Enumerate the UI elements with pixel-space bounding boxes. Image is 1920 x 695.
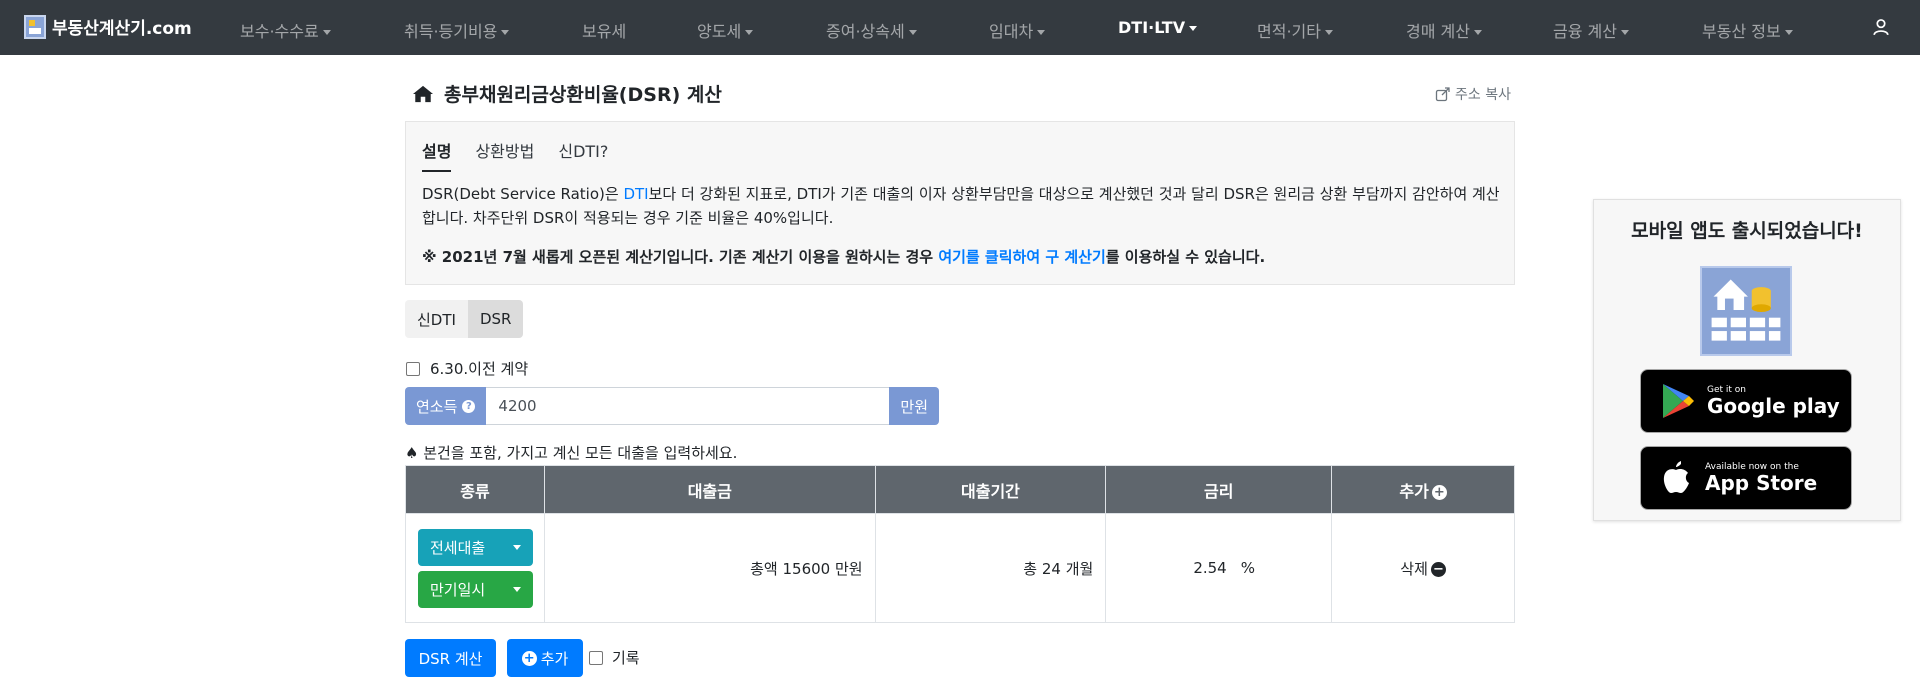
tab-new-dti[interactable]: 신DTI? [558, 138, 608, 172]
top-navbar: 부동산계산기.com 보수·수수료 취득·등기비용 보유세 양도세 증여·상속세… [0, 0, 1920, 55]
caret-down-icon [1784, 30, 1793, 35]
loan-period-cell[interactable]: 총 24 개월 [874, 513, 1107, 623]
caret-down-icon [908, 30, 917, 35]
apple-icon [1663, 461, 1689, 493]
plus-circle-icon: + [521, 650, 537, 666]
description-panel: 설명 상환방법 신DTI? DSR(Debt Service Ratio)은 D… [405, 121, 1515, 285]
pre-630-contract-label: 6.30.이전 계약 [430, 360, 529, 378]
repayment-type-dropdown[interactable]: 만기일시 [418, 570, 533, 608]
share-icon [1435, 87, 1450, 102]
brand-logo-icon [24, 14, 46, 39]
column-header-type: 종류 [405, 465, 545, 514]
page-title-text: 총부채원리금상환비율(DSR) 계산 [444, 84, 722, 106]
caret-down-icon [1473, 30, 1482, 35]
table-row: 전세대출 만기일시 총액 15600 만원 총 24 개월 2.54% 삭제 − [405, 513, 1515, 623]
pre-630-contract-option: 6.30.이전 계약 [406, 358, 528, 379]
record-checkbox[interactable] [589, 650, 603, 665]
caret-down-icon [1324, 30, 1333, 35]
add-loan-header-button[interactable]: 추가 + [1331, 465, 1515, 514]
mobile-app-title: 모바일 앱도 출시되었습니다! [1631, 220, 1863, 242]
page-title: 총부채원리금상환비율(DSR) 계산 [412, 80, 722, 107]
column-header-period: 대출기간 [874, 465, 1107, 514]
mode-sindti-button[interactable]: 신DTI [405, 300, 468, 338]
caret-down-icon [1189, 26, 1198, 31]
calculator-mode-toggle: 신DTI DSR [405, 300, 524, 338]
caret-down-icon [513, 586, 521, 592]
interest-rate-value: 2.54 [1193, 559, 1227, 577]
loan-amount-cell[interactable]: 총액 15600 만원 [543, 513, 876, 623]
income-input-group: 연소득 ? 만원 [405, 387, 940, 425]
nav-item-finance[interactable]: 금융 계산 [1553, 18, 1629, 42]
google-play-icon [1663, 384, 1694, 418]
table-header-row: 종류 대출금 대출기간 금리 추가 + [405, 465, 1515, 514]
mode-dsr-button[interactable]: DSR [467, 300, 524, 338]
mobile-app-panel: 모바일 앱도 출시되었습니다! Get it on Google play Av… [1593, 199, 1901, 521]
app-store-button[interactable]: Available now on the App Store [1640, 446, 1852, 510]
user-icon[interactable] [1872, 18, 1890, 36]
caret-down-icon [322, 30, 331, 35]
caret-down-icon [1037, 30, 1046, 35]
nav-item-gift-tax[interactable]: 증여·상속세 [826, 18, 917, 42]
nav-item-lease[interactable]: 임대차 [989, 18, 1046, 42]
caret-down-icon [1620, 30, 1629, 35]
nav-item-real-estate-info[interactable]: 부동산 정보 [1702, 18, 1793, 42]
old-calculator-notice: ※ 2021년 7월 새롭게 오픈된 계산기입니다. 기존 계산기 이용을 원하… [422, 248, 1266, 266]
income-input[interactable] [486, 387, 890, 425]
old-calculator-link[interactable]: 여기를 클릭하여 구 계산기 [938, 248, 1105, 266]
caret-down-icon [513, 544, 521, 550]
google-play-button[interactable]: Get it on Google play [1640, 369, 1852, 433]
caret-down-icon [501, 30, 510, 35]
caret-down-icon [745, 30, 754, 35]
income-label: 연소득 ? [405, 387, 487, 425]
pre-630-contract-checkbox[interactable] [406, 361, 420, 376]
column-header-amount: 대출금 [543, 465, 876, 514]
add-loan-button[interactable]: + 추가 [507, 639, 583, 677]
nav-item-auction[interactable]: 경매 계산 [1406, 18, 1482, 42]
nav-item-acquisition[interactable]: 취득·등기비용 [404, 18, 510, 42]
help-icon[interactable]: ? [462, 399, 476, 413]
loan-instruction: ♠ 본건을 포함, 가지고 계신 모든 대출을 입력하세요. [405, 444, 738, 462]
minus-circle-icon: − [1430, 561, 1446, 577]
dsr-calculate-button[interactable]: DSR 계산 [405, 639, 496, 677]
interest-rate-unit: % [1240, 559, 1255, 577]
brand-name: 부동산계산기.com [52, 19, 192, 39]
app-store-big-text: App Store [1705, 471, 1818, 495]
tab-description[interactable]: 설명 [422, 138, 452, 172]
column-header-rate: 금리 [1105, 465, 1333, 514]
dti-link[interactable]: DTI [623, 185, 648, 203]
nav-item-holding-tax[interactable]: 보유세 [582, 18, 626, 42]
record-option: 기록 [589, 647, 640, 668]
delete-loan-button[interactable]: 삭제 − [1331, 513, 1515, 623]
brand-link[interactable]: 부동산계산기.com [24, 14, 192, 39]
copy-address-link[interactable]: 주소 복사 [1435, 84, 1511, 104]
app-logo-icon [1700, 266, 1792, 356]
nav-item-fees[interactable]: 보수·수수료 [240, 18, 331, 42]
tab-repayment-method[interactable]: 상환방법 [475, 138, 534, 172]
nav-item-area[interactable]: 면적·기타 [1257, 18, 1333, 42]
loan-type-dropdown[interactable]: 전세대출 [418, 528, 533, 566]
income-unit: 만원 [889, 387, 940, 425]
plus-circle-icon: + [1431, 484, 1447, 500]
google-play-big-text: Google play [1707, 394, 1840, 418]
home-icon [413, 85, 433, 102]
nav-item-transfer-tax[interactable]: 양도세 [697, 18, 754, 42]
record-label: 기록 [612, 649, 640, 667]
description-tabs: 설명 상환방법 신DTI? [422, 138, 632, 172]
loan-type-cell: 전세대출 만기일시 [405, 513, 545, 623]
nav-item-dti-ltv[interactable]: DTI·LTV [1118, 18, 1198, 37]
loan-table: 종류 대출금 대출기간 금리 추가 + 전세대출 만기일시 총액 15600 만원… [405, 465, 1515, 623]
description-text: DSR(Debt Service Ratio)은 DTI보다 더 강화된 지표로… [422, 185, 1500, 227]
interest-rate-cell[interactable]: 2.54% [1105, 513, 1333, 623]
